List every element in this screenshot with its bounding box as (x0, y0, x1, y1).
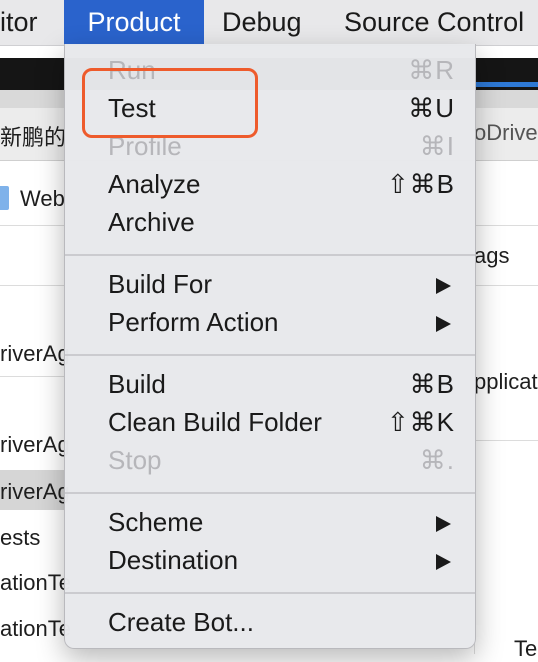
menu-separator (65, 254, 475, 256)
menu-item-label: Analyze (108, 169, 201, 199)
menu-item-analyze[interactable]: Analyze ⇧⌘B (65, 166, 475, 204)
menu-bar: itor Product Debug Source Control (0, 0, 538, 46)
menu-item-stop[interactable]: Stop ⌘. (65, 442, 475, 480)
menu-item-label: Clean Build Folder (108, 407, 322, 437)
navigator-row[interactable]: riverAg (0, 479, 70, 505)
submenu-arrow-icon (436, 316, 451, 332)
menu-item-perform-action[interactable]: Perform Action (65, 304, 475, 342)
menu-separator (65, 354, 475, 356)
navigator-row[interactable]: riverAg (0, 432, 70, 458)
menu-item-label: Perform Action (108, 307, 279, 337)
navigator-row[interactable]: ests (0, 525, 40, 551)
tab-title[interactable]: 新鹏的 (0, 120, 66, 152)
navigator-row[interactable]: ationTe (0, 570, 71, 596)
menu-item-clean-build-folder[interactable]: Clean Build Folder ⇧⌘K (65, 404, 475, 442)
menu-item-archive[interactable]: Archive (65, 204, 475, 242)
submenu-arrow-icon (436, 554, 451, 570)
menu-item-build-for[interactable]: Build For (65, 266, 475, 304)
divider (474, 440, 538, 441)
menu-item-create-bot[interactable]: Create Bot... (65, 604, 475, 642)
submenu-arrow-icon (436, 278, 451, 294)
menu-item-label: Scheme (108, 507, 204, 537)
file-icon (0, 186, 9, 210)
menu-separator (65, 492, 475, 494)
file-label[interactable]: Web (20, 186, 65, 212)
menu-item-profile[interactable]: Profile ⌘I (65, 128, 475, 166)
menu-item-destination[interactable]: Destination (65, 542, 475, 580)
navigator-row[interactable]: riverAg (0, 341, 70, 367)
menu-item-label: Archive (108, 207, 195, 237)
menubar-item-product[interactable]: Product (64, 0, 204, 45)
column-header: ags (474, 243, 510, 268)
shortcut-label: ⌘U (408, 93, 455, 123)
progress-indicator (475, 82, 538, 87)
menu-item-label: Run (108, 55, 156, 85)
shortcut-label: ⌘. (419, 445, 455, 475)
menu-item-build[interactable]: Build ⌘B (65, 366, 475, 404)
menu-separator (65, 592, 475, 594)
product-menu: Run ⌘R Test ⌘U Profile ⌘I Analyze ⇧⌘B Ar… (64, 44, 476, 649)
detail-text: pplicat (474, 369, 538, 394)
menu-item-test[interactable]: Test ⌘U (65, 90, 475, 128)
menu-item-run[interactable]: Run ⌘R (65, 52, 475, 90)
shortcut-label: ⌘I (419, 131, 455, 161)
tab-title-right[interactable]: oDriver (474, 120, 538, 146)
shortcut-label: ⇧⌘B (386, 169, 455, 199)
shortcut-label: ⌘B (409, 369, 455, 399)
menu-item-scheme[interactable]: Scheme (65, 504, 475, 542)
submenu-arrow-icon (436, 516, 451, 532)
menu-item-label: Stop (108, 445, 162, 475)
menubar-item-editor[interactable]: itor (0, 0, 64, 45)
menubar-item-source-control[interactable]: Source Control (344, 0, 524, 45)
menu-item-label: Profile (108, 131, 182, 161)
menu-item-label: Destination (108, 545, 239, 575)
shortcut-label: ⌘R (408, 55, 455, 85)
navigator-row[interactable]: ationTe (0, 616, 71, 642)
menu-item-label: Create Bot... (108, 607, 254, 637)
menu-item-label: Build (108, 369, 166, 399)
divider (0, 376, 64, 377)
menubar-item-debug[interactable]: Debug (222, 0, 302, 45)
shortcut-label: ⇧⌘K (386, 407, 455, 437)
menu-item-label: Build For (108, 269, 213, 299)
detail-text: Te (514, 636, 538, 661)
menu-item-label: Test (108, 93, 156, 123)
